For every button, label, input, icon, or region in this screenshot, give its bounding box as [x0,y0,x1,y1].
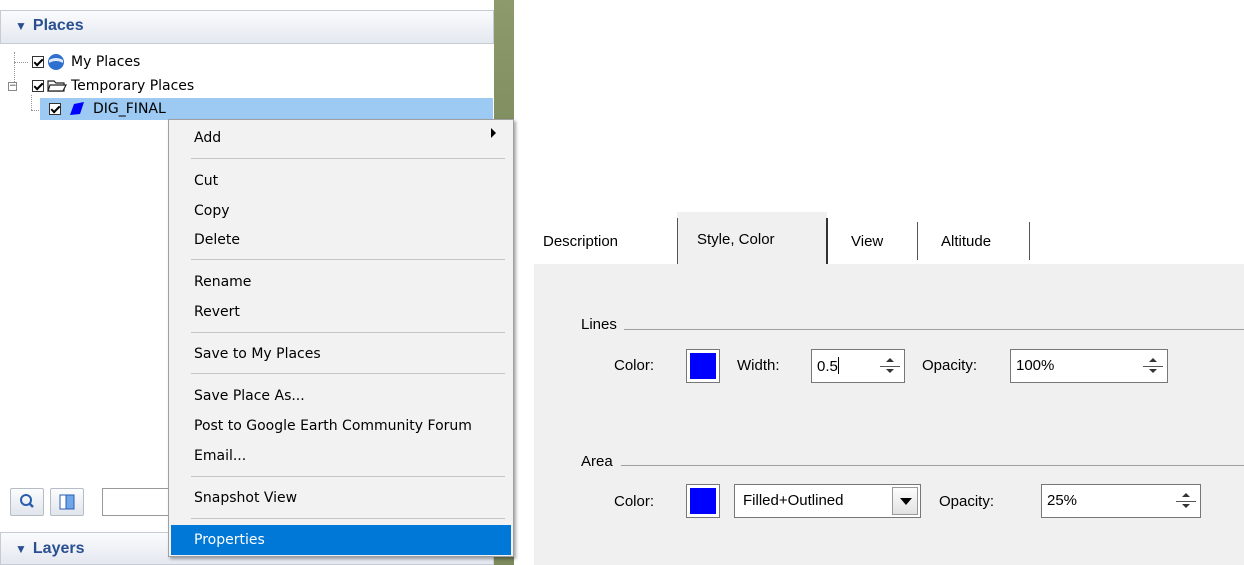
my-places-checkbox[interactable] [32,56,44,68]
menu-item-save-place-as[interactable]: Save Place As... [194,385,305,407]
toggle-panel-button[interactable] [50,488,84,516]
menu-item-rename[interactable]: Rename [194,271,251,293]
places-search-input[interactable] [102,488,172,516]
tab-separator [917,222,918,260]
menu-item-revert[interactable]: Revert [194,301,240,323]
spin-down-icon[interactable] [880,366,900,377]
my-places-label: My Places [71,54,141,70]
menu-item-add[interactable]: Add [194,127,221,149]
tab-separator [826,218,828,264]
lines-color-fill [690,353,716,379]
lines-width-value[interactable]: 0.5 [817,357,839,375]
menu-item-post-to-forum[interactable]: Post to Google Earth Community Forum [194,415,472,437]
collapse-triangle-icon: ▼ [15,19,27,33]
menu-item-cut[interactable]: Cut [194,170,218,192]
menu-item-save-to-my-places[interactable]: Save to My Places [194,343,321,365]
area-fill-mode-value: Filled+Outlined [743,492,844,509]
tab-view[interactable]: View [851,233,883,250]
menu-separator [191,476,505,477]
lines-group-label: Lines [581,316,617,333]
menu-item-properties[interactable]: Properties [194,529,265,551]
context-menu: Add Cut Copy Delete Rename Revert Save t… [168,119,514,557]
area-opacity-value[interactable]: 25% [1047,492,1077,509]
tree-connector [31,95,32,110]
area-opacity-spin-buttons [1176,490,1196,512]
lines-width-label: Width: [737,357,780,374]
places-panel-title: ▼ Places [15,17,84,34]
lines-width-spin-buttons [880,355,900,377]
text-caret [837,357,839,374]
menu-separator [191,373,505,374]
tree-item-dig-final-content[interactable]: DIG_FINAL [49,99,166,119]
submenu-arrow-icon [491,128,496,138]
area-color-swatch[interactable] [686,484,720,518]
temporary-places-label: Temporary Places [71,78,195,94]
menu-item-email[interactable]: Email... [194,445,246,467]
area-color-fill [690,488,716,514]
lines-opacity-spin-buttons [1143,355,1163,377]
places-bottom-toolbar [10,488,172,522]
magnifier-icon [20,494,34,508]
tab-separator [1029,222,1030,260]
area-opacity-stepper[interactable]: 25% [1041,484,1201,518]
panel-toggle-icon [59,494,75,510]
area-color-label: Color: [614,493,655,510]
lines-color-swatch[interactable] [686,349,720,383]
dig-final-label: DIG_FINAL [93,101,166,117]
menu-separator [191,158,505,159]
layers-panel-title: ▼ Layers [15,540,85,557]
tree-item-my-places[interactable]: My Places [32,52,140,72]
dig-final-checkbox[interactable] [49,103,61,115]
lines-opacity-label: Opacity: [922,357,978,374]
menu-item-copy[interactable]: Copy [194,200,230,222]
lines-opacity-stepper[interactable]: 100% [1010,349,1168,383]
menu-item-snapshot-view[interactable]: Snapshot View [194,487,297,509]
lines-width-stepper[interactable]: 0.5 [811,349,905,383]
area-opacity-label: Opacity: [939,493,995,510]
tab-style-color[interactable]: Style, Color [697,231,775,248]
area-group-label: Area [581,453,613,470]
open-folder-icon [47,80,67,92]
places-panel-header[interactable]: ▼ Places [0,10,494,44]
spin-down-icon[interactable] [1143,366,1163,377]
globe-icon [48,54,64,70]
menu-separator [191,259,505,260]
collapse-toggle-icon[interactable]: − [8,82,17,91]
tree-connector [14,62,28,63]
lines-opacity-value[interactable]: 100% [1016,357,1054,374]
spin-down-icon[interactable] [1176,501,1196,512]
menu-separator [191,332,505,333]
tab-altitude[interactable]: Altitude [941,233,991,250]
group-divider [624,329,1244,330]
collapse-triangle-icon: ▼ [15,542,27,556]
lines-color-label: Color: [614,357,655,374]
polygon-icon [70,102,84,115]
area-fill-mode-select[interactable]: Filled+Outlined [734,484,921,518]
properties-dialog: Description Style, Color View Altitude L… [534,212,1244,565]
menu-separator [191,518,505,519]
tree-item-temporary-places[interactable]: Temporary Places [32,76,194,96]
menu-item-delete[interactable]: Delete [194,229,240,251]
temporary-places-checkbox[interactable] [32,80,44,92]
group-divider [621,465,1244,466]
search-button[interactable] [10,488,44,516]
tab-separator [677,218,678,264]
tab-strip [534,212,1244,264]
tab-description[interactable]: Description [543,233,618,250]
chevron-down-icon[interactable] [892,487,918,515]
